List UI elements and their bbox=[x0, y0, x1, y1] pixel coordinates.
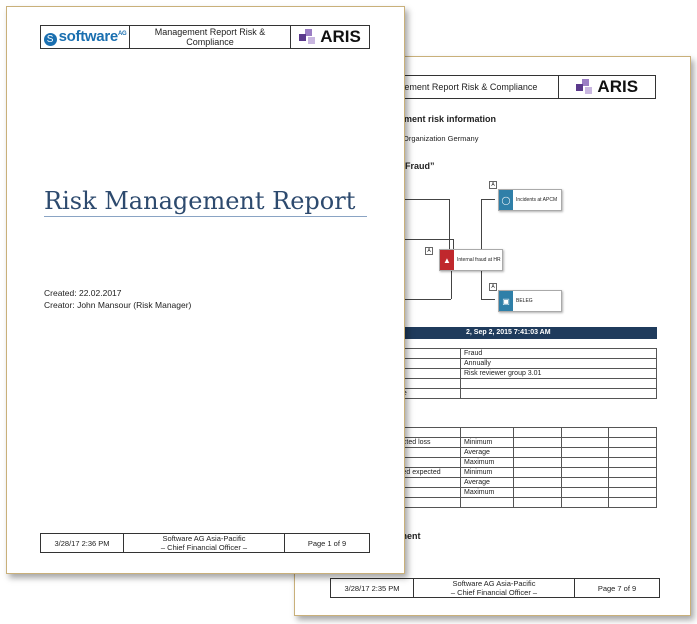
report-page-front: SsoftwareAG Management Report Risk & Com… bbox=[6, 6, 405, 574]
table-row bbox=[395, 427, 657, 438]
report-title: Risk Management Report bbox=[44, 187, 356, 215]
warning-icon: ▲ bbox=[440, 250, 454, 270]
creator-name: Creator: John Mansour (Risk Manager) bbox=[44, 300, 192, 310]
table-row: Risk reviewer group 3.01 bbox=[395, 368, 657, 379]
page-footer-back: 3/28/17 2:35 PM Software AG Asia-Pacific… bbox=[330, 578, 660, 598]
aris-logo: ARIS bbox=[558, 75, 656, 99]
table-row: yAnnually bbox=[395, 358, 657, 369]
aris-logo: ARIS bbox=[290, 25, 370, 49]
footer-date: 3/28/17 2:36 PM bbox=[40, 533, 124, 553]
organization-text: Organization Germany bbox=[403, 134, 479, 143]
document-icon: ▣ bbox=[499, 291, 513, 311]
page-footer-front: 3/28/17 2:36 PM Software AG Asia-Pacific… bbox=[40, 533, 370, 553]
table-row: Average bbox=[395, 447, 657, 458]
node-beleg[interactable]: ▣ BELEG bbox=[498, 290, 562, 312]
table-row: Fraud bbox=[395, 348, 657, 359]
incident-icon: ◯ bbox=[499, 190, 513, 210]
info-band: 2, Sep 2, 2015 7:41:03 AM bbox=[395, 327, 657, 339]
footer-organization: Software AG Asia-Pacific – Chief Financi… bbox=[413, 578, 575, 598]
header-title: Management Report Risk & Compliance bbox=[129, 25, 291, 49]
footer-organization: Software AG Asia-Pacific – Chief Financi… bbox=[123, 533, 285, 553]
table-row: Average bbox=[395, 477, 657, 488]
node-internal-fraud[interactable]: ▲ Internal fraud at HR bbox=[439, 249, 503, 271]
badge-icon: A bbox=[489, 283, 497, 291]
software-ag-logo: SsoftwareAG bbox=[40, 25, 130, 49]
title-divider bbox=[44, 216, 367, 217]
software-ag-mark-icon: S bbox=[43, 32, 57, 46]
expected-loss-table: ected loss Minimum Average Maximum ced ex… bbox=[395, 427, 657, 508]
badge-icon: A bbox=[489, 181, 497, 189]
table-row bbox=[395, 497, 657, 508]
aris-mark-icon bbox=[299, 29, 317, 45]
risk-heading: Fraud” bbox=[405, 161, 435, 171]
created-date: Created: 22.02.2017 bbox=[44, 288, 122, 298]
footer-page-number: Page 7 of 9 bbox=[574, 578, 660, 598]
aris-mark-icon bbox=[576, 79, 594, 95]
table-row: ced expected Minimum bbox=[395, 467, 657, 478]
node-incidents-at-apcm[interactable]: ◯ Incidents at APCM bbox=[498, 189, 562, 211]
page-header-front: SsoftwareAG Management Report Risk & Com… bbox=[40, 25, 370, 49]
badge-icon: A bbox=[425, 247, 433, 255]
footer-date: 3/28/17 2:35 PM bbox=[330, 578, 414, 598]
table-row: Maximum bbox=[395, 487, 657, 498]
table-row bbox=[395, 378, 657, 389]
table-row: pe bbox=[395, 388, 657, 399]
risk-attribute-table: Fraud yAnnually Risk reviewer group 3.01… bbox=[395, 348, 657, 399]
table-row: Maximum bbox=[395, 457, 657, 468]
footer-page-number: Page 1 of 9 bbox=[284, 533, 370, 553]
table-row: ected loss Minimum bbox=[395, 437, 657, 448]
section-heading: ement risk information bbox=[399, 114, 497, 124]
